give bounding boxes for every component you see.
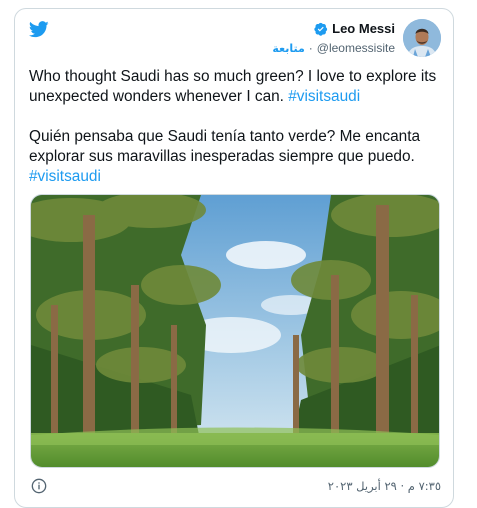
tweet-text-spanish: Quién pensaba que Saudi tenía tanto verd… [29,128,421,165]
follow-button[interactable]: متابعة [272,42,304,55]
handle[interactable]: @leomessisite [317,41,395,55]
tweet-card: Leo Messi متابعة · @leomessisite Who tho… [14,8,454,508]
verified-icon [314,22,328,36]
hashtag-link[interactable]: #visitsaudi [288,88,360,105]
tweet-footer: ٧:٣٥ م · ٢٩ أبريل ٢٠٢٣ [29,475,441,497]
hashtag-link[interactable]: #visitsaudi [29,168,101,185]
bird-icon[interactable] [29,21,49,38]
handle-row: متابعة · @leomessisite [272,40,395,56]
author-names: Leo Messi متابعة · @leomessisite [272,20,395,56]
tweet-photo[interactable] [30,194,440,468]
separator-dot: · [308,41,313,55]
tweet-text: Who thought Saudi has so much green? I l… [29,67,439,187]
tweet-text-english: Who thought Saudi has so much green? I l… [29,68,437,105]
tweet-paragraph-english: Who thought Saudi has so much green? I l… [29,67,439,107]
name-row: Leo Messi [272,20,395,37]
timestamp[interactable]: ٧:٣٥ م · ٢٩ أبريل ٢٠٢٣ [328,479,441,493]
info-icon[interactable] [31,478,47,494]
author-block: Leo Messi متابعة · @leomessisite [272,19,441,60]
display-name[interactable]: Leo Messi [332,21,395,36]
tweet-paragraph-spanish: Quién pensaba que Saudi tenía tanto verd… [29,127,439,187]
avatar[interactable] [403,19,441,57]
